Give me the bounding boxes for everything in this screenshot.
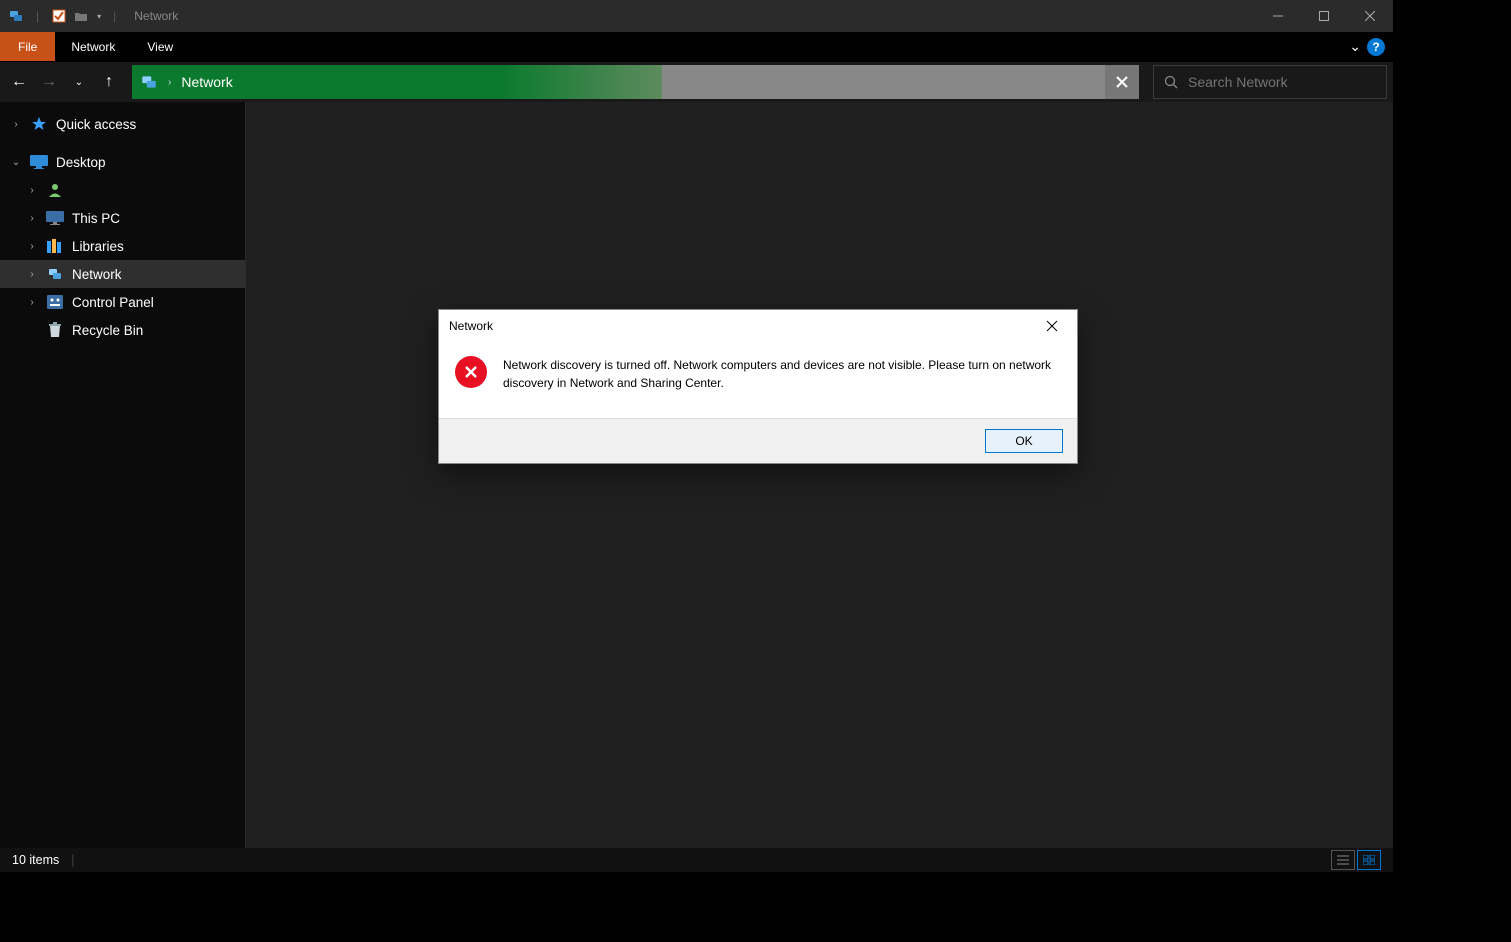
network-icon [140, 73, 158, 91]
address-bar[interactable]: › Network [132, 65, 1139, 99]
user-icon [46, 182, 64, 198]
separator: | [36, 9, 39, 23]
stop-refresh-button[interactable] [1105, 65, 1139, 99]
help-icon[interactable]: ? [1367, 38, 1385, 56]
chevron-right-icon[interactable]: › [26, 297, 38, 308]
desktop-icon [30, 154, 48, 170]
address-bar-empty[interactable] [662, 65, 1105, 99]
tab-network[interactable]: Network [55, 32, 131, 61]
content-pane[interactable] [246, 102, 1393, 848]
navigation-bar: ← → ⌄ ↑ › Network [0, 62, 1393, 102]
chevron-right-icon[interactable]: › [26, 269, 38, 280]
status-bar: 10 items | [0, 848, 1393, 872]
ribbon-tabs: File Network View ⌄ ? [0, 32, 1393, 62]
error-dialog: Network Network discovery is turned off.… [438, 309, 1078, 464]
chevron-right-icon[interactable]: › [10, 119, 22, 130]
qat-dropdown-icon[interactable]: ▾ [97, 12, 101, 21]
view-toggles [1331, 850, 1381, 870]
dialog-button-row: OK [439, 418, 1077, 463]
back-button[interactable]: ← [6, 69, 32, 95]
close-button[interactable] [1347, 0, 1393, 32]
dialog-title-text: Network [449, 319, 493, 333]
chevron-right-icon[interactable]: › [26, 241, 38, 252]
tree-label: Libraries [72, 239, 124, 254]
star-icon [30, 116, 48, 132]
file-tab[interactable]: File [0, 32, 55, 61]
tree-desktop[interactable]: ⌄ Desktop [0, 148, 245, 176]
tree-recycle-bin[interactable]: › Recycle Bin [0, 316, 245, 344]
tree-network[interactable]: › Network [0, 260, 245, 288]
pc-icon [46, 210, 64, 226]
window-title: Network [134, 9, 178, 23]
quick-access-toolbar: | ▾ | Network [0, 8, 178, 24]
address-bar-progress: › Network [132, 65, 662, 99]
search-icon [1164, 75, 1178, 89]
tree-label: Network [72, 267, 122, 282]
forward-button[interactable]: → [36, 69, 62, 95]
tree-label: This PC [72, 211, 120, 226]
tree-control-panel[interactable]: › Control Panel [0, 288, 245, 316]
maximize-button[interactable] [1301, 0, 1347, 32]
dialog-close-button[interactable] [1037, 314, 1067, 338]
search-input[interactable] [1188, 74, 1376, 90]
explorer-window: | ▾ | Network File Network View ⌄ ? ← [0, 0, 1393, 872]
tree-libraries[interactable]: › Libraries [0, 232, 245, 260]
new-folder-icon[interactable] [73, 8, 89, 24]
tree-label: Control Panel [72, 295, 154, 310]
status-item-count: 10 items [12, 853, 59, 867]
libraries-icon [46, 238, 64, 254]
body: › Quick access ⌄ Desktop › [0, 102, 1393, 848]
properties-icon[interactable] [51, 8, 67, 24]
breadcrumb-network[interactable]: Network [181, 74, 232, 90]
chevron-right-icon[interactable]: › [168, 77, 171, 88]
recycle-bin-icon [46, 322, 64, 338]
dialog-content: Network discovery is turned off. Network… [439, 342, 1077, 418]
search-box[interactable] [1153, 65, 1387, 99]
recent-locations-button[interactable]: ⌄ [66, 69, 92, 95]
tree-this-pc[interactable]: › This PC [0, 204, 245, 232]
tree-label: Recycle Bin [72, 323, 143, 338]
window-controls [1255, 0, 1393, 32]
chevron-right-icon[interactable]: › [26, 185, 38, 196]
dialog-message: Network discovery is turned off. Network… [503, 356, 1061, 392]
separator: | [71, 853, 74, 867]
minimize-button[interactable] [1255, 0, 1301, 32]
tab-view[interactable]: View [131, 32, 189, 61]
up-button[interactable]: ↑ [96, 69, 122, 95]
chevron-down-icon[interactable]: ⌄ [10, 157, 22, 168]
chevron-right-icon[interactable]: › [26, 213, 38, 224]
tree-user[interactable]: › [0, 176, 245, 204]
separator: | [113, 9, 116, 23]
network-icon [46, 266, 64, 282]
large-icons-view-toggle[interactable] [1357, 850, 1381, 870]
expand-ribbon-icon[interactable]: ⌄ [1349, 38, 1361, 55]
control-panel-icon [46, 294, 64, 310]
dialog-titlebar[interactable]: Network [439, 310, 1077, 342]
tree-label: Desktop [56, 155, 106, 170]
tree-quick-access[interactable]: › Quick access [0, 110, 245, 138]
ok-button[interactable]: OK [985, 429, 1063, 453]
details-view-toggle[interactable] [1331, 850, 1355, 870]
tree-label: Quick access [56, 117, 136, 132]
titlebar: | ▾ | Network [0, 0, 1393, 32]
network-icon [8, 8, 24, 24]
navigation-pane[interactable]: › Quick access ⌄ Desktop › [0, 102, 246, 848]
error-icon [455, 356, 487, 388]
